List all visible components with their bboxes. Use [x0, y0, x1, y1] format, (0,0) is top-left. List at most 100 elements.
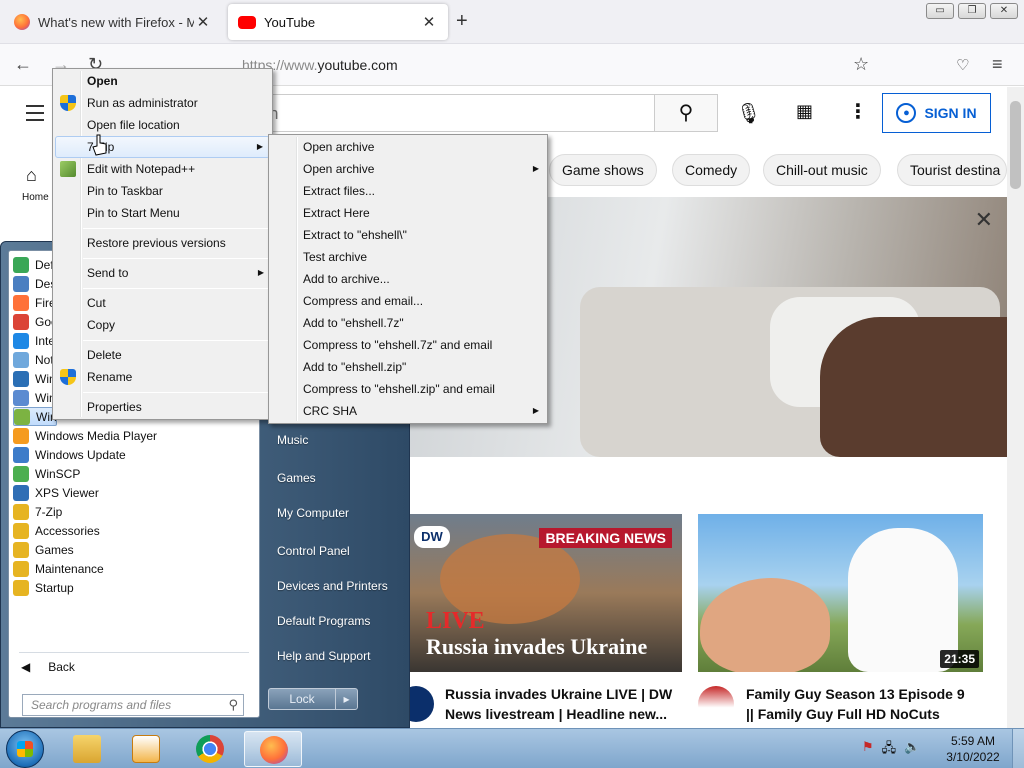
program-item[interactable]: Maintenance	[13, 559, 253, 578]
menu-item-rename[interactable]: Rename	[55, 366, 270, 388]
home-label[interactable]: Home	[22, 192, 49, 203]
start-search-input[interactable]: Search programs and files ⚲	[22, 694, 244, 716]
program-item[interactable]: Win	[13, 388, 57, 407]
menu-item-cut[interactable]: Cut	[55, 292, 270, 314]
program-item[interactable]: Goo	[13, 312, 58, 331]
taskbar-app-firefox[interactable]	[244, 731, 302, 767]
submenu-item-open-archive[interactable]: Open archive	[271, 136, 545, 158]
menu-item-7zip[interactable]: 7-Zip▶	[55, 136, 270, 158]
video-thumbnail[interactable]: DW BREAKING NEWS LIVE Russia invades Ukr…	[410, 514, 682, 672]
program-item[interactable]: 7-Zip	[13, 502, 253, 521]
program-item[interactable]: Fire	[13, 293, 57, 312]
start-item-games[interactable]: Games	[277, 471, 316, 485]
video-thumbnail[interactable]: 21:35	[698, 514, 983, 672]
submenu-item-test-archive[interactable]: Test archive	[271, 246, 545, 268]
program-item[interactable]: Inte	[13, 331, 57, 350]
menu-item-open[interactable]: Open	[55, 70, 270, 92]
start-item-devices-and-printers[interactable]: Devices and Printers	[277, 579, 388, 593]
menu-item-copy[interactable]: Copy	[55, 314, 270, 336]
program-item[interactable]: Win	[13, 369, 57, 388]
close-window-button[interactable]: ✕	[990, 3, 1018, 19]
microphone-icon[interactable]: 🎙	[736, 101, 761, 126]
menu-item-delete[interactable]: Delete	[55, 344, 270, 366]
restore-button[interactable]: ❐	[958, 3, 986, 19]
program-item[interactable]: Windows Update	[13, 445, 253, 464]
taskbar-app-media-player[interactable]	[117, 731, 175, 767]
taskbar-app-chrome[interactable]	[181, 731, 239, 767]
system-clock[interactable]: 5:59 AM 3/10/2022	[940, 733, 1006, 765]
submenu-item-compress-to-7z-and-email[interactable]: Compress to "ehshell.7z" and email	[271, 334, 545, 356]
program-item[interactable]: Games	[13, 540, 253, 559]
close-tab-icon[interactable]: ✕	[194, 13, 212, 31]
channel-avatar[interactable]	[698, 686, 734, 722]
submenu-item-compress-to-zip-and-email[interactable]: Compress to "ehshell.zip" and email	[271, 378, 545, 400]
chip-tourist-destinations[interactable]: Tourist destina	[897, 154, 1007, 186]
menu-item-restore-previous-versions[interactable]: Restore previous versions	[55, 232, 270, 254]
submenu-item-extract-files[interactable]: Extract files...	[271, 180, 545, 202]
menu-item-pin-to-start-menu[interactable]: Pin to Start Menu	[55, 202, 270, 224]
submenu-item-add-to-archive[interactable]: Add to archive...	[271, 268, 545, 290]
start-button[interactable]	[6, 730, 44, 768]
youtube-search-input[interactable]: h	[262, 94, 655, 132]
app-menu-icon[interactable]: ≡	[992, 54, 1003, 75]
menu-item-send-to[interactable]: Send to ▶	[55, 262, 270, 284]
action-center-flag-icon[interactable]: ⚑	[862, 739, 874, 761]
start-item-music[interactable]: Music	[277, 433, 308, 447]
back-button[interactable]: ←	[14, 54, 32, 75]
lock-button[interactable]: Lock ▸	[268, 688, 358, 710]
video-title[interactable]: Family Guy Season 13 Episode 9 || Family…	[746, 684, 965, 724]
submenu-item-extract-here[interactable]: Extract Here	[271, 202, 545, 224]
volume-icon[interactable]: 🔈	[904, 739, 920, 761]
home-icon[interactable]: ⌂	[26, 165, 37, 186]
menu-item-properties[interactable]: Properties	[55, 396, 270, 418]
program-item[interactable]: Windows Media Player	[13, 426, 253, 445]
program-item[interactable]: Des	[13, 274, 57, 293]
tab-whats-new-firefox[interactable]: What's new with Firefox - More ✕	[4, 4, 222, 40]
sign-in-button[interactable]: ● SIGN IN	[882, 93, 991, 133]
start-item-my-computer[interactable]: My Computer	[277, 506, 349, 520]
program-item[interactable]: Accessories	[13, 521, 253, 540]
apps-grid-icon[interactable]: ▦	[796, 101, 813, 122]
chip-comedy[interactable]: Comedy	[672, 154, 751, 186]
lock-options-arrow-icon[interactable]: ▸	[335, 689, 357, 709]
more-vertical-icon[interactable]: ⋮	[848, 99, 868, 124]
program-item[interactable]: WinSCP	[13, 464, 253, 483]
program-item[interactable]: Startup	[13, 578, 253, 597]
submenu-item-open-archive-as[interactable]: Open archive ▶	[271, 158, 545, 180]
menu-item-run-as-administrator[interactable]: Run as administrator	[55, 92, 270, 114]
address-bar[interactable]: https://www. youtube.com	[180, 50, 880, 80]
back-button[interactable]: ◀ Back	[21, 660, 75, 674]
menu-item-open-file-location[interactable]: Open file location	[55, 114, 270, 136]
close-icon[interactable]: ✕	[975, 207, 993, 233]
search-icon[interactable]: ⚲	[654, 94, 718, 132]
chip-chill-out-music[interactable]: Chill-out music	[763, 154, 881, 186]
menu-item-pin-to-taskbar[interactable]: Pin to Taskbar	[55, 180, 270, 202]
scrollbar-thumb[interactable]	[1010, 101, 1021, 189]
submenu-item-add-to-zip[interactable]: Add to "ehshell.zip"	[271, 356, 545, 378]
bookmark-star-icon[interactable]: ☆	[853, 54, 869, 75]
hamburger-menu-icon[interactable]	[26, 105, 44, 126]
show-desktop-button[interactable]	[1012, 729, 1024, 768]
tab-youtube[interactable]: YouTube ✕	[228, 4, 448, 40]
start-item-control-panel[interactable]: Control Panel	[277, 544, 350, 558]
submenu-item-crc-sha[interactable]: CRC SHA ▶	[271, 400, 545, 422]
program-item[interactable]: XPS Viewer	[13, 483, 253, 502]
program-item[interactable]: Win	[13, 407, 57, 426]
start-item-default-programs[interactable]: Default Programs	[277, 614, 370, 628]
taskbar-app-explorer[interactable]	[58, 731, 116, 767]
program-item[interactable]: Not	[13, 350, 57, 369]
minimize-button[interactable]: ▭	[926, 3, 954, 19]
submenu-item-extract-to-folder[interactable]: Extract to "ehshell\"	[271, 224, 545, 246]
video-title[interactable]: Russia invades Ukraine LIVE | DW News li…	[445, 684, 672, 724]
submenu-item-add-to-7z[interactable]: Add to "ehshell.7z"	[271, 312, 545, 334]
close-tab-icon[interactable]: ✕	[420, 13, 438, 31]
search-icon[interactable]: ⚲	[228, 697, 238, 713]
submenu-item-compress-and-email[interactable]: Compress and email...	[271, 290, 545, 312]
network-icon[interactable]: 🖧	[882, 739, 897, 761]
pocket-icon[interactable]: ♡	[956, 56, 969, 74]
page-scrollbar[interactable]	[1007, 87, 1024, 728]
new-tab-button[interactable]: +	[456, 10, 468, 33]
start-item-help-and-support[interactable]: Help and Support	[277, 649, 370, 663]
program-item[interactable]: Def	[13, 255, 57, 274]
menu-item-edit-with-notepad-plus-plus[interactable]: Edit with Notepad++	[55, 158, 270, 180]
